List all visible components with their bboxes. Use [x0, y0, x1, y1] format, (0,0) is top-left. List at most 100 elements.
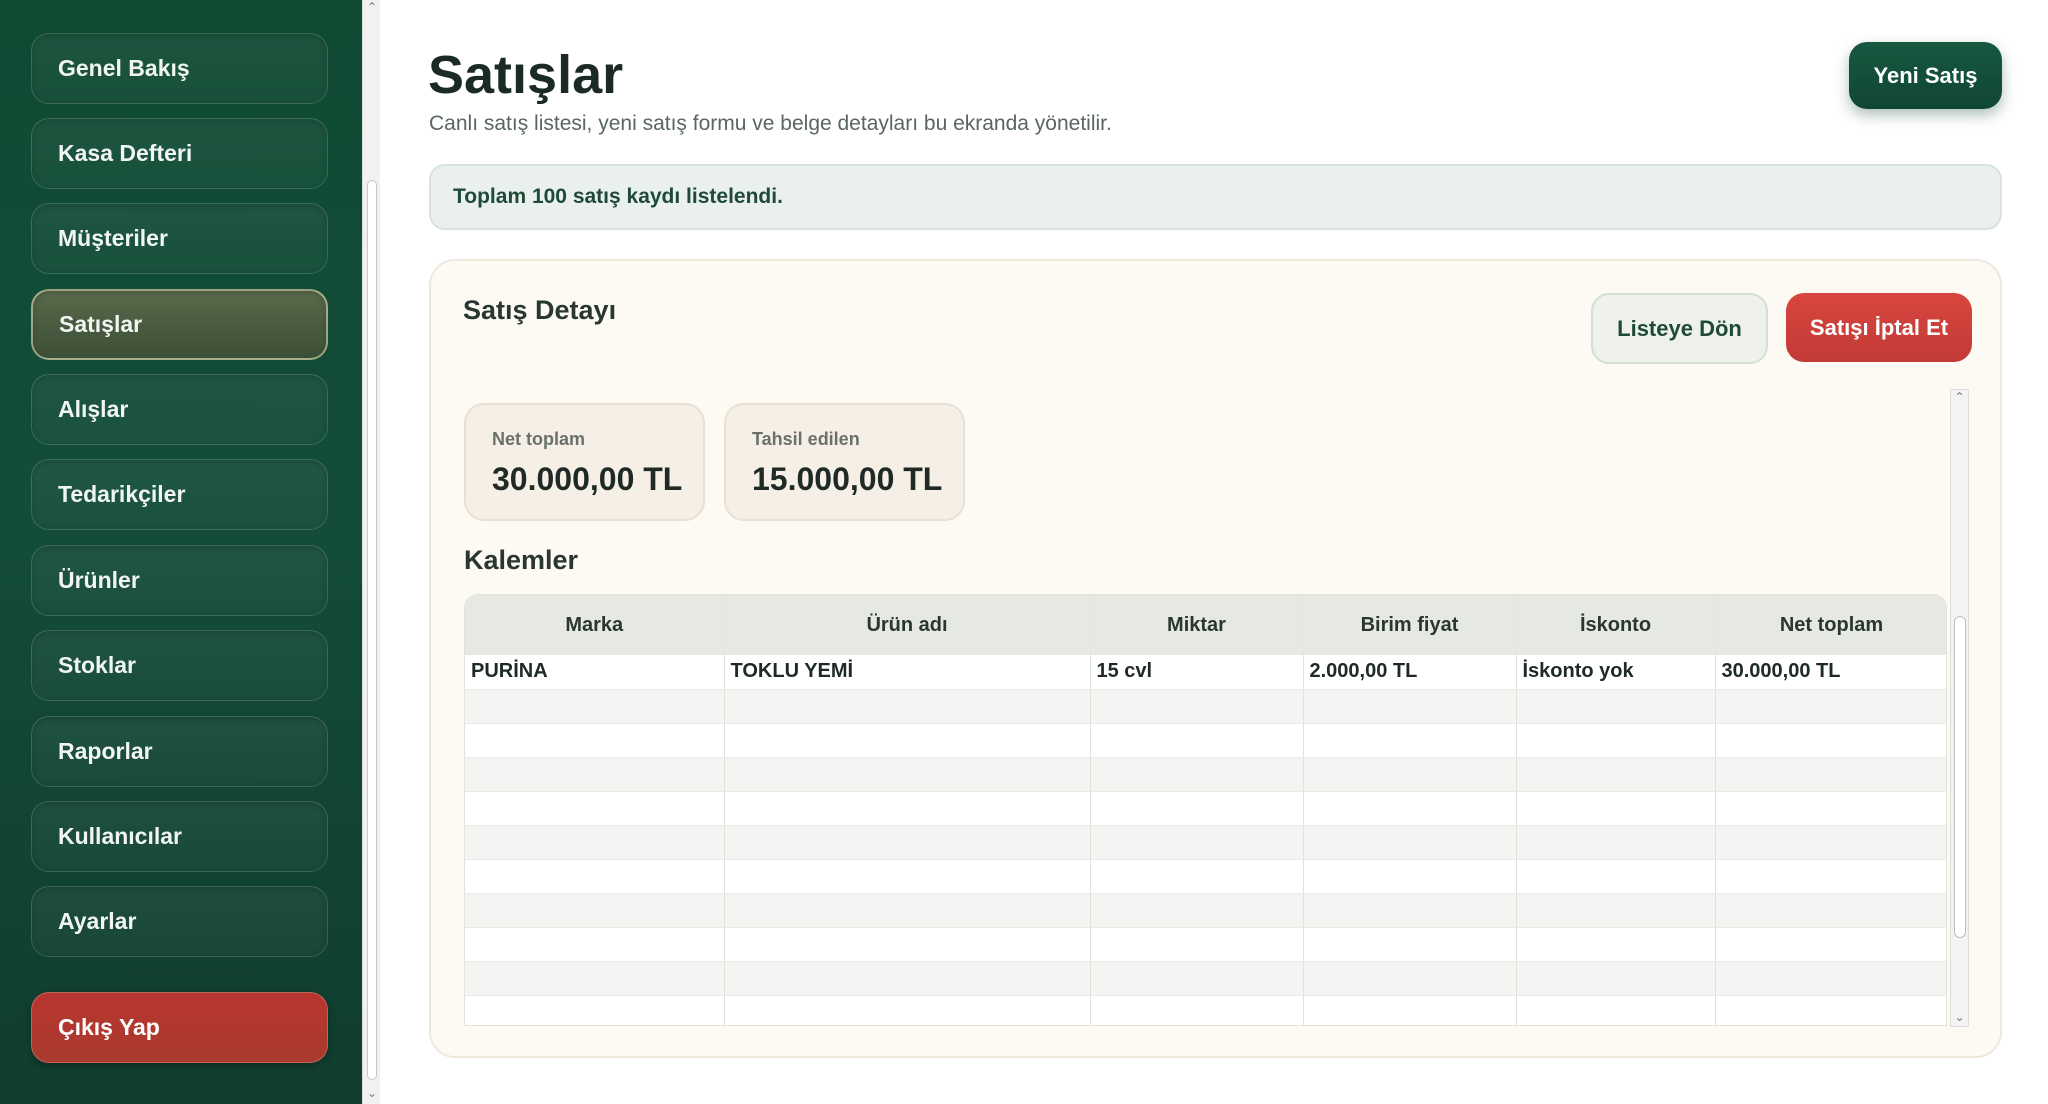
table-cell-empty [465, 723, 725, 758]
sidebar-item-urunler[interactable]: Ürünler [31, 545, 328, 616]
table-cell-empty [724, 723, 1091, 758]
scroll-down-icon[interactable]: ⌄ [1951, 1010, 1968, 1024]
table-row-empty [465, 893, 1946, 928]
table-cell-empty [465, 927, 725, 962]
table-cell-empty [1303, 825, 1517, 860]
table-cell-empty [1516, 723, 1716, 758]
scroll-up-icon[interactable]: ⌃ [1951, 390, 1968, 404]
sidebar-item-label: Genel Bakış [58, 55, 190, 81]
table-cell-empty [1303, 791, 1517, 826]
sidebar-item-label: Tedarikçiler [58, 481, 186, 507]
table-cell-empty [1090, 927, 1304, 962]
stat-collected: Tahsil edilen 15.000,00 TL [724, 403, 965, 521]
sidebar-item-kasa-defteri[interactable]: Kasa Defteri [31, 118, 328, 189]
table-cell-empty [1303, 723, 1517, 758]
stat-value: 30.000,00 TL [492, 461, 683, 497]
sidebar-item-satislar[interactable]: Satışlar [31, 289, 328, 360]
cancel-sale-button[interactable]: Satışı İptal Et [1786, 293, 1972, 362]
table-cell-empty [1715, 757, 1946, 792]
cell-birim-fiyat: 2.000,00 TL [1303, 655, 1517, 690]
table-cell-empty [1516, 791, 1716, 826]
table-cell-empty [1303, 893, 1517, 928]
cell-net-toplam: 30.000,00 TL [1715, 655, 1946, 690]
table-cell-empty [465, 825, 725, 860]
table-cell-empty [1715, 689, 1946, 724]
sidebar-item-label: Ürünler [58, 567, 140, 593]
table-cell-empty [1715, 961, 1946, 996]
table-cell-empty [1303, 689, 1517, 724]
sidebar-scrollbar[interactable]: ⌃ ⌄ [362, 0, 380, 1104]
table-row-empty [465, 723, 1946, 758]
sidebar-item-kullanicilar[interactable]: Kullanıcılar [31, 801, 328, 872]
column-header-net-toplam[interactable]: Net toplam [1715, 595, 1946, 655]
table-scrollbar[interactable]: ⌃ ⌄ [1950, 389, 1969, 1027]
table-cell-empty [1516, 927, 1716, 962]
sidebar-item-label: Ayarlar [58, 908, 137, 934]
stat-net-total: Net toplam 30.000,00 TL [464, 403, 705, 521]
sidebar-item-musteriler[interactable]: Müşteriler [31, 203, 328, 274]
sidebar-item-label: Müşteriler [58, 225, 168, 251]
table-row-empty [465, 757, 1946, 792]
scroll-down-icon[interactable]: ⌄ [363, 1086, 381, 1100]
sidebar-item-ayarlar[interactable]: Ayarlar [31, 886, 328, 957]
sidebar-item-raporlar[interactable]: Raporlar [31, 716, 328, 787]
table-cell-empty [1090, 723, 1304, 758]
sidebar-item-genel-bakis[interactable]: Genel Bakış [31, 33, 328, 104]
sidebar-item-label: Satışlar [59, 311, 143, 337]
table-cell-empty [465, 757, 725, 792]
sidebar-item-label: Kullanıcılar [58, 823, 182, 849]
column-header-miktar[interactable]: Miktar [1090, 595, 1304, 655]
sidebar: Genel Bakış Kasa Defteri Müşteriler Satı… [0, 0, 362, 1104]
cell-marka: PURİNA [465, 655, 725, 690]
table-cell-empty [1516, 689, 1716, 724]
items-title: Kalemler [464, 545, 579, 575]
table-cell-empty [1090, 961, 1304, 996]
table-cell-empty [724, 825, 1091, 860]
table-cell-empty [465, 893, 725, 928]
logout-button[interactable]: Çıkış Yap [31, 992, 328, 1063]
sidebar-item-stoklar[interactable]: Stoklar [31, 630, 328, 701]
table-row-empty [465, 791, 1946, 826]
column-header-birim-fiyat[interactable]: Birim fiyat [1303, 595, 1517, 655]
table-cell-empty [1090, 995, 1304, 1025]
scroll-up-icon[interactable]: ⌃ [363, 0, 381, 14]
sidebar-item-label: Kasa Defteri [58, 140, 193, 166]
table-cell-empty [1715, 791, 1946, 826]
column-header-urun-adi[interactable]: Ürün adı [724, 595, 1091, 655]
table-cell-empty [1090, 689, 1304, 724]
scrollbar-thumb[interactable] [367, 180, 377, 1080]
page-scrollbar[interactable] [2032, 0, 2048, 1104]
table-cell-empty [1303, 757, 1517, 792]
table-cell-empty [1303, 995, 1517, 1025]
table-cell-empty [1715, 825, 1946, 860]
sidebar-item-tedarikciler[interactable]: Tedarikçiler [31, 459, 328, 530]
banner-text: Toplam 100 satış kaydı listelendi. [453, 185, 783, 208]
scrollbar-thumb[interactable] [1954, 616, 1966, 938]
info-banner: Toplam 100 satış kaydı listelendi. [429, 164, 2002, 230]
back-to-list-button[interactable]: Listeye Dön [1591, 293, 1768, 364]
table-row-empty [465, 859, 1946, 894]
sidebar-item-label: Raporlar [58, 738, 153, 764]
table-row-empty [465, 961, 1946, 996]
table-cell-empty [1090, 893, 1304, 928]
table-cell-empty [465, 689, 725, 724]
table-row[interactable]: PURİNA TOKLU YEMİ 15 cvl 2.000,00 TL İsk… [465, 655, 1946, 690]
column-header-marka[interactable]: Marka [465, 595, 725, 655]
stat-value: 15.000,00 TL [752, 461, 943, 497]
sidebar-item-alislar[interactable]: Alışlar [31, 374, 328, 445]
table-cell-empty [465, 859, 725, 894]
stat-label: Tahsil edilen [752, 429, 860, 449]
table-header-row: Marka Ürün adı Miktar Birim fiyat İskont… [465, 595, 1946, 655]
table-cell-empty [1516, 995, 1716, 1025]
cell-iskonto: İskonto yok [1516, 655, 1716, 690]
table-cell-empty [1516, 859, 1716, 894]
table-row-empty [465, 689, 1946, 724]
table-cell-empty [1303, 927, 1517, 962]
table-row-empty [465, 995, 1946, 1025]
table-cell-empty [465, 995, 725, 1025]
table-cell-empty [1303, 859, 1517, 894]
new-sale-button[interactable]: Yeni Satış [1849, 42, 2002, 109]
table-row-empty [465, 825, 1946, 860]
table-cell-empty [1090, 757, 1304, 792]
column-header-iskonto[interactable]: İskonto [1516, 595, 1716, 655]
